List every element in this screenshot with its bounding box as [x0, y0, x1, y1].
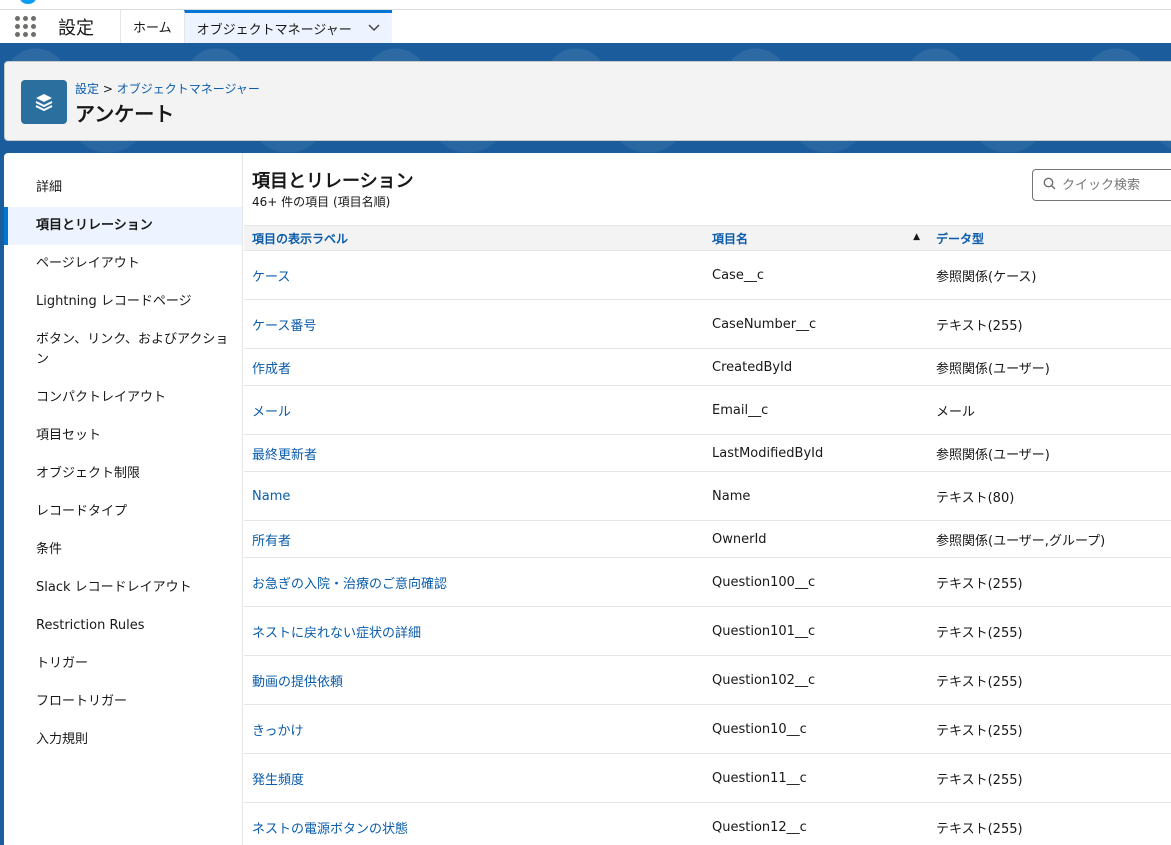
table-header-row: 項目の表示ラベル 項目名 ▲ データ型: [244, 225, 1171, 251]
fields-content: 項目とリレーション 46+ 件の項目 (項目名順) 項目の表示ラベル 項目名 ▲…: [244, 153, 1171, 845]
search-icon: [1043, 177, 1056, 194]
field-api-name: OwnerId: [704, 520, 928, 558]
field-label-link[interactable]: 発生頻度: [244, 753, 704, 803]
sidebar-item-fields-relationships[interactable]: 項目とリレーション: [4, 207, 242, 245]
field-api-name: Email__c: [704, 385, 928, 435]
field-api-name: CaseNumber__c: [704, 299, 928, 349]
field-label-link[interactable]: ケース: [244, 250, 704, 300]
column-header-api-name[interactable]: 項目名 ▲: [704, 225, 928, 251]
table-row: ケース Case__c 参照関係(ケース): [244, 250, 1171, 300]
main-panel: 詳細 項目とリレーション ページレイアウト Lightning レコードページ …: [4, 153, 1171, 845]
app-launcher-button[interactable]: [0, 10, 50, 43]
field-label-link[interactable]: ケース番号: [244, 299, 704, 349]
waffle-icon: [14, 16, 36, 37]
table-row: ケース番号 CaseNumber__c テキスト(255): [244, 299, 1171, 349]
field-data-type: 参照関係(ユーザー): [928, 348, 1171, 386]
field-label-link[interactable]: メール: [244, 385, 704, 435]
field-label-link[interactable]: Name: [244, 471, 704, 521]
field-api-name: Case__c: [704, 250, 928, 300]
field-api-name: Question12__c: [704, 802, 928, 845]
sidebar-item-buttons-links-actions[interactable]: ボタン、リンク、およびアクション: [4, 321, 242, 379]
field-api-name: Question11__c: [704, 753, 928, 803]
field-data-type: メール: [928, 385, 1171, 435]
object-sidebar: 詳細 項目とリレーション ページレイアウト Lightning レコードページ …: [4, 153, 243, 845]
column-header-api-name-label: 項目名: [712, 231, 749, 246]
breadcrumb: 設定 > オブジェクトマネージャー: [75, 80, 260, 97]
sidebar-item-conditions[interactable]: 条件: [4, 531, 242, 569]
field-api-name: Question10__c: [704, 704, 928, 754]
page-title: アンケート: [75, 102, 175, 126]
field-api-name: Name: [704, 471, 928, 521]
field-api-name: Question100__c: [704, 557, 928, 607]
tab-object-manager[interactable]: オブジェクトマネージャー: [183, 10, 392, 43]
layers-icon: [21, 80, 67, 124]
breadcrumb-separator: >: [102, 82, 113, 96]
table-row: ネストの電源ボタンの状態 Question12__c テキスト(255): [244, 802, 1171, 845]
quick-search-input[interactable]: [1062, 177, 1171, 193]
field-label-link[interactable]: 作成者: [244, 348, 704, 386]
sidebar-item-page-layouts[interactable]: ページレイアウト: [4, 245, 242, 283]
table-row: 動画の提供依頼 Question102__c テキスト(255): [244, 655, 1171, 705]
sort-ascending-icon[interactable]: ▲: [913, 232, 920, 242]
field-data-type: テキスト(255): [928, 655, 1171, 705]
field-data-type: 参照関係(ユーザー,グループ): [928, 520, 1171, 558]
sidebar-item-restriction-rules[interactable]: Restriction Rules: [4, 607, 242, 645]
table-row: ネストに戻れない症状の詳細 Question101__c テキスト(255): [244, 606, 1171, 656]
breadcrumb-object-manager-link[interactable]: オブジェクトマネージャー: [117, 82, 260, 96]
field-api-name: LastModifiedById: [704, 434, 928, 472]
field-label-link[interactable]: きっかけ: [244, 704, 704, 754]
tab-object-manager-label: オブジェクトマネージャー: [196, 22, 352, 38]
field-data-type: テキスト(255): [928, 704, 1171, 754]
field-label-link[interactable]: お急ぎの入院・治療のご意向確認: [244, 557, 704, 607]
field-api-name: Question102__c: [704, 655, 928, 705]
field-data-type: 参照関係(ユーザー): [928, 434, 1171, 472]
table-row: きっかけ Question10__c テキスト(255): [244, 704, 1171, 754]
field-data-type: テキスト(255): [928, 606, 1171, 656]
sidebar-item-compact-layouts[interactable]: コンパクトレイアウト: [4, 379, 242, 417]
field-api-name: CreatedById: [704, 348, 928, 386]
table-row: 最終更新者 LastModifiedById 参照関係(ユーザー): [244, 434, 1171, 472]
table-row: Name Name テキスト(80): [244, 471, 1171, 521]
field-label-link[interactable]: 動画の提供依頼: [244, 655, 704, 705]
section-subtitle: 46+ 件の項目 (項目名順): [252, 195, 391, 209]
field-data-type: テキスト(255): [928, 802, 1171, 845]
object-header: 設定 > オブジェクトマネージャー アンケート: [4, 61, 1171, 141]
sidebar-item-field-sets[interactable]: 項目セット: [4, 417, 242, 455]
global-header-edge: [0, 0, 1171, 10]
table-row: 所有者 OwnerId 参照関係(ユーザー,グループ): [244, 520, 1171, 558]
app-nav-bar: 設定 ホーム オブジェクトマネージャー: [0, 10, 1171, 46]
salesforce-logo[interactable]: [20, 0, 36, 4]
column-header-label[interactable]: 項目の表示ラベル: [244, 225, 704, 251]
field-api-name: Question101__c: [704, 606, 928, 656]
field-label-link[interactable]: ネストに戻れない症状の詳細: [244, 606, 704, 656]
field-label-link[interactable]: ネストの電源ボタンの状態: [244, 802, 704, 845]
field-data-type: テキスト(80): [928, 471, 1171, 521]
column-header-data-type[interactable]: データ型: [928, 225, 1171, 251]
chevron-down-icon[interactable]: [368, 21, 380, 35]
sidebar-item-validation-rules[interactable]: 入力規則: [4, 721, 242, 759]
fields-table: 項目の表示ラベル 項目名 ▲ データ型 ケース Case__c 参照関係(ケース…: [244, 225, 1171, 845]
field-data-type: テキスト(255): [928, 557, 1171, 607]
field-label-link[interactable]: 最終更新者: [244, 434, 704, 472]
field-label-link[interactable]: 所有者: [244, 520, 704, 558]
quick-search-box[interactable]: [1032, 169, 1171, 201]
sidebar-item-flow-triggers[interactable]: フロートリガー: [4, 683, 242, 721]
field-data-type: テキスト(255): [928, 299, 1171, 349]
sidebar-item-record-types[interactable]: レコードタイプ: [4, 493, 242, 531]
sidebar-item-lightning-record-pages[interactable]: Lightning レコードページ: [4, 283, 242, 321]
table-row: メール Email__c メール: [244, 385, 1171, 435]
sidebar-item-details[interactable]: 詳細: [4, 169, 242, 207]
sidebar-item-object-limits[interactable]: オブジェクト制限: [4, 455, 242, 493]
table-row: お急ぎの入院・治療のご意向確認 Question100__c テキスト(255): [244, 557, 1171, 607]
app-name: 設定: [58, 17, 94, 39]
sidebar-item-slack-record-layout[interactable]: Slack レコードレイアウト: [4, 569, 242, 607]
section-title: 項目とリレーション: [252, 171, 414, 192]
field-data-type: 参照関係(ケース): [928, 250, 1171, 300]
tab-home[interactable]: ホーム: [120, 10, 184, 43]
breadcrumb-setup-link[interactable]: 設定: [75, 82, 99, 96]
sidebar-item-triggers[interactable]: トリガー: [4, 645, 242, 683]
table-row: 発生頻度 Question11__c テキスト(255): [244, 753, 1171, 803]
field-data-type: テキスト(255): [928, 753, 1171, 803]
table-row: 作成者 CreatedById 参照関係(ユーザー): [244, 348, 1171, 386]
